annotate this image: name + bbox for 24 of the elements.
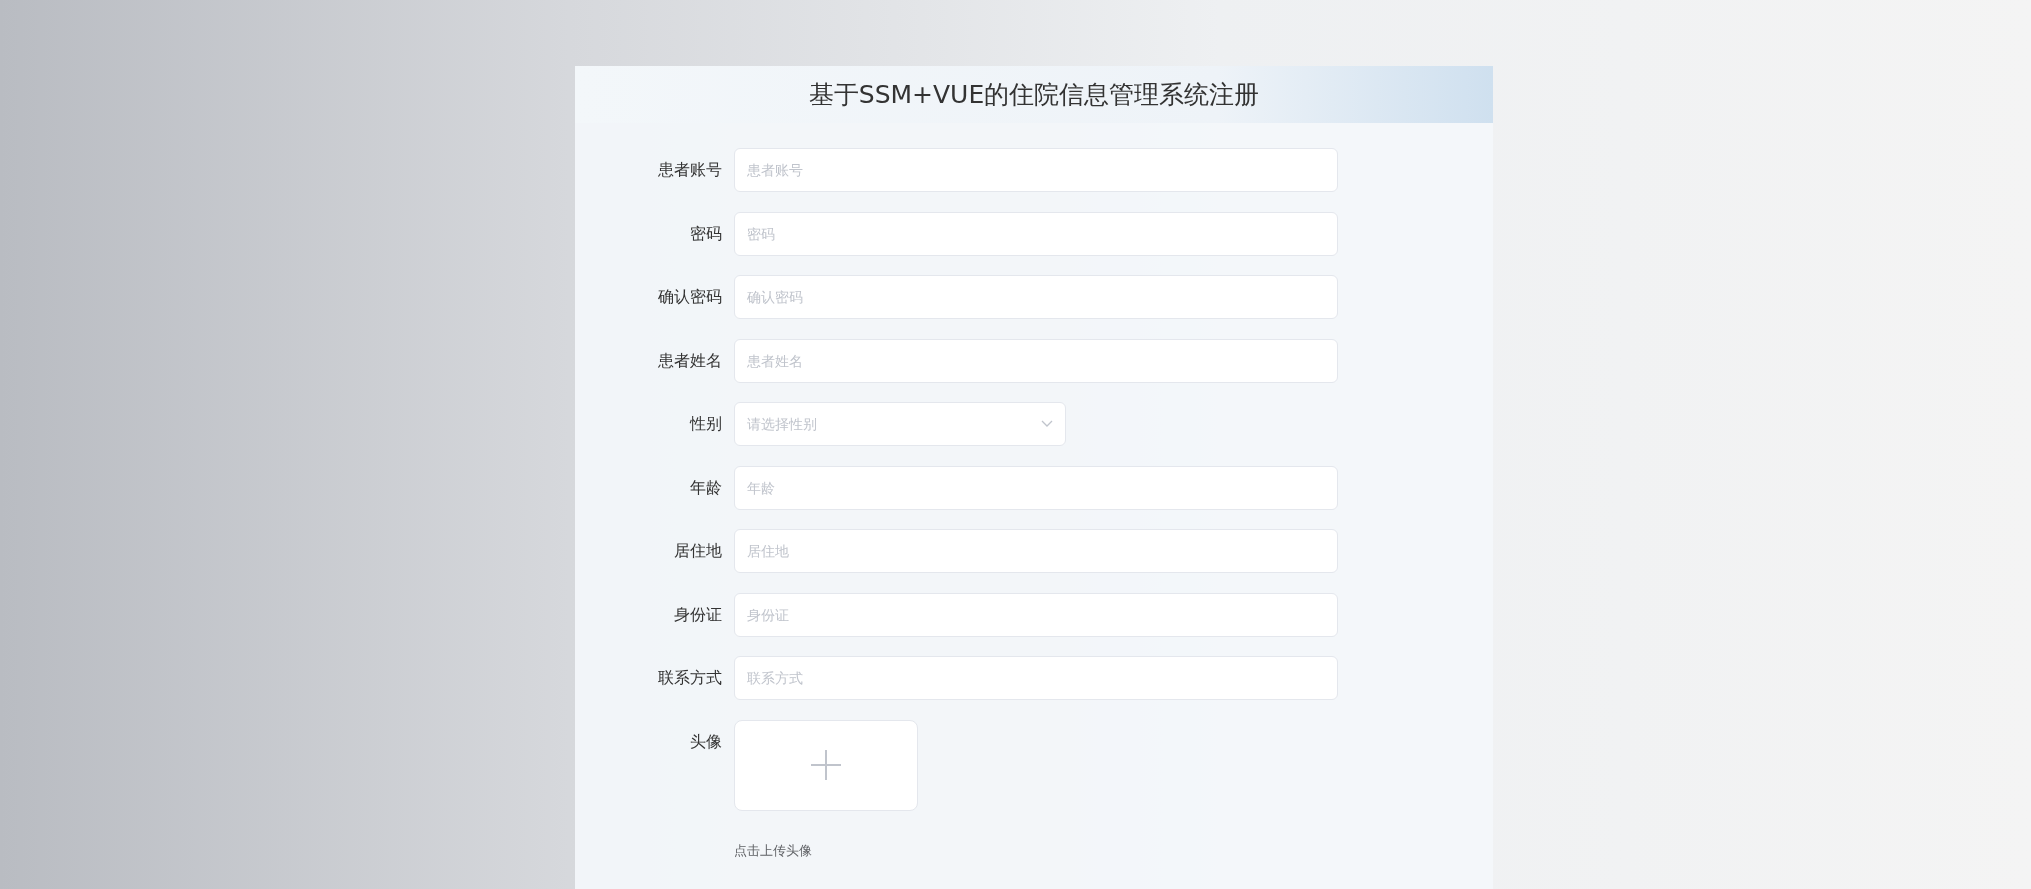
field-label: 患者姓名 [658,350,722,370]
field-label: 联系方式 [658,668,722,687]
text-field[interactable]: 确认密码 [734,275,1338,319]
text-field[interactable]: 身份证 [734,592,1338,637]
field-label: 身份证 [674,604,722,624]
page-title: 基于SSM+VUE的住院信息管理系统注册 [808,78,1260,111]
upload-button[interactable] [734,719,918,811]
text-field[interactable]: 居住地 [734,529,1338,573]
select-field[interactable]: 请选择性别 [734,402,1066,446]
text-field[interactable]: 患者姓名 [734,338,1338,383]
text-field[interactable]: 密码 [734,211,1338,256]
plus-icon [811,750,841,780]
text-field[interactable]: 年龄 [734,465,1338,510]
upload-hint: 点击上传头像 [734,841,813,860]
field-label: 患者账号 [658,160,722,179]
field-label: 密码 [690,223,722,243]
text-field[interactable]: 患者账号 [734,148,1338,192]
field-label: 头像 [690,731,722,751]
field-label: 年龄 [690,477,722,497]
chevron-down-icon [1041,420,1053,428]
field-label: 居住地 [674,541,722,560]
text-field[interactable]: 联系方式 [734,656,1338,700]
field-label: 性别 [690,414,722,433]
field-label: 确认密码 [658,287,722,306]
